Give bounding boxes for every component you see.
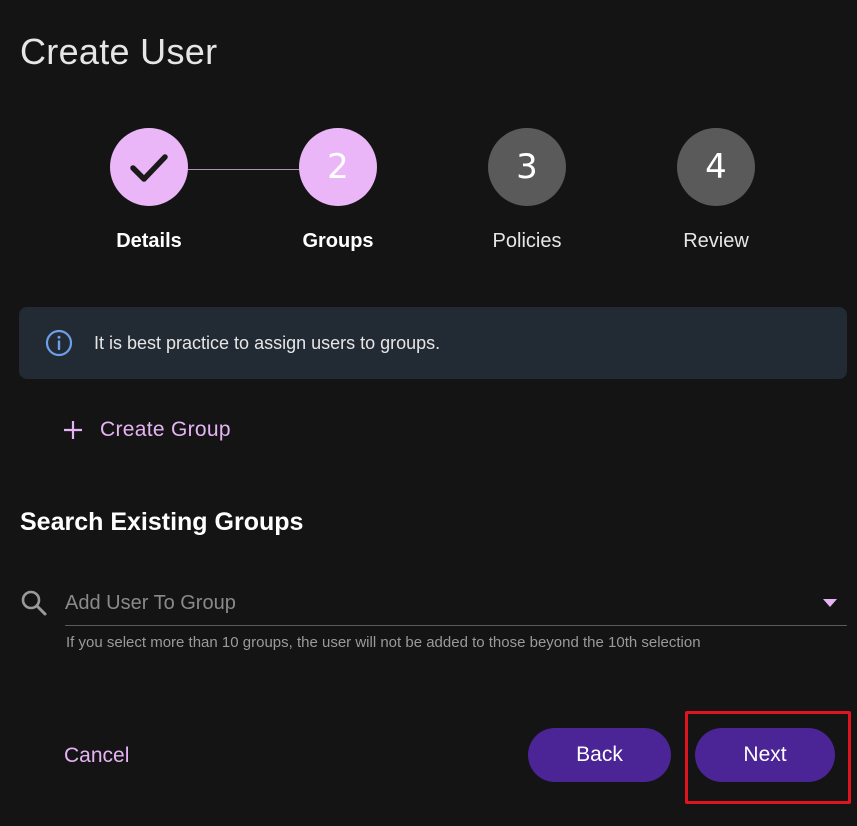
group-search-field[interactable]	[19, 583, 847, 626]
section-heading: Search Existing Groups	[20, 508, 304, 536]
step-number-circle: 4	[677, 128, 755, 206]
checkmark-icon	[130, 154, 168, 182]
step-label-details: Details	[116, 230, 182, 252]
search-icon	[21, 590, 47, 616]
info-banner-text: It is best practice to assign users to g…	[94, 332, 441, 353]
step-policies[interactable]: 3 Policies	[467, 128, 587, 254]
step-number-circle: 3	[488, 128, 566, 206]
plus-icon	[64, 421, 82, 439]
step-review[interactable]: 4 Review	[656, 128, 776, 254]
dropdown-arrow-icon[interactable]	[823, 598, 837, 608]
step-label-policies: Policies	[492, 230, 562, 252]
stepper: Details 2 Groups 3 Policies 4 Review	[0, 128, 857, 268]
step-complete-circle	[110, 128, 188, 206]
helper-text: If you select more than 10 groups, the u…	[66, 634, 701, 651]
info-banner: It is best practice to assign users to g…	[19, 307, 847, 379]
info-icon	[45, 329, 73, 357]
cancel-button[interactable]: Cancel	[56, 734, 137, 778]
step-details[interactable]: Details	[89, 128, 209, 254]
search-input[interactable]	[65, 583, 805, 623]
step-number-circle: 2	[299, 128, 377, 206]
step-groups[interactable]: 2 Groups	[278, 128, 398, 254]
next-button[interactable]: Next	[695, 728, 835, 782]
search-underline	[65, 625, 847, 626]
create-group-label: Create Group	[100, 418, 231, 441]
create-group-button[interactable]: Create Group	[60, 414, 231, 446]
page-title: Create User	[20, 31, 218, 72]
back-button[interactable]: Back	[528, 728, 671, 782]
step-label-review: Review	[683, 230, 749, 252]
step-label-groups: Groups	[302, 230, 374, 252]
